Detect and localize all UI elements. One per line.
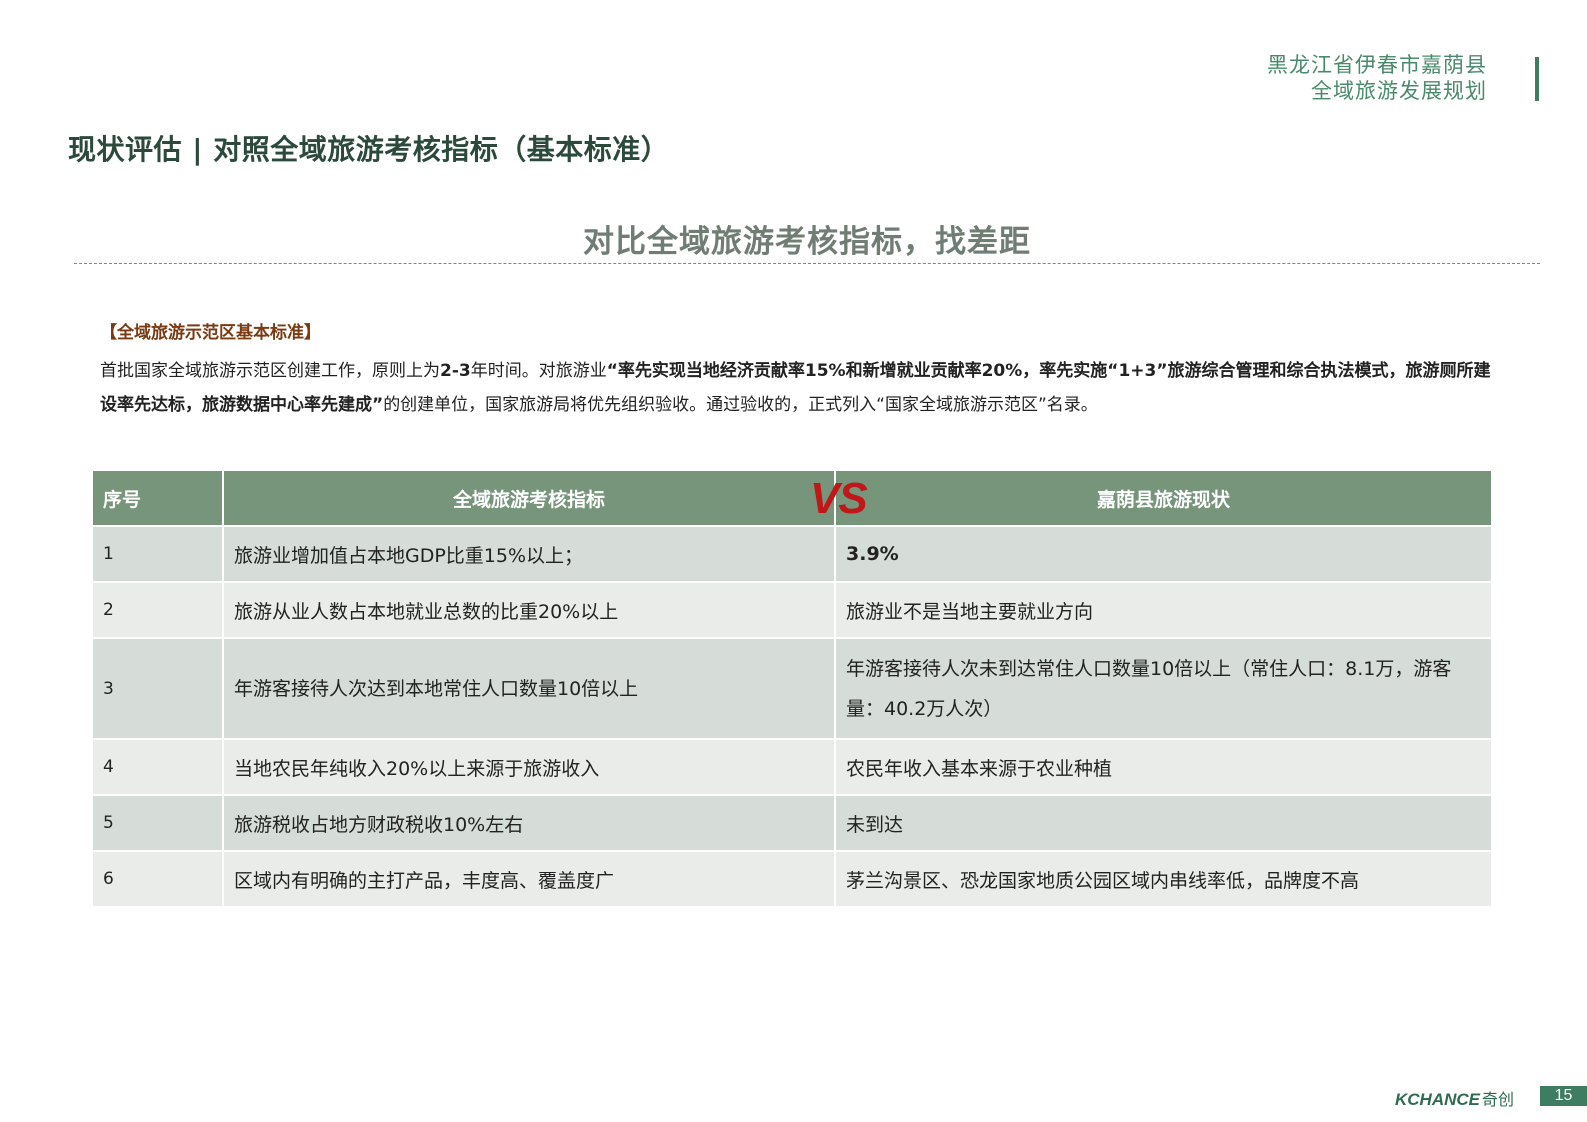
row-standard: 旅游从业人数占本地就业总数的比重20%以上	[222, 581, 836, 639]
table-row: 3 年游客接待人次达到本地常住人口数量10倍以上 年游客接待人次未到达常住人口数…	[91, 637, 1493, 740]
table-row: 5 旅游税收占地方财政税收10%左右 未到达	[91, 794, 1493, 852]
section-divider	[74, 263, 1540, 264]
table-row: 4 当地农民年纯收入20%以上来源于旅游收入 农民年收入基本来源于农业种植	[91, 738, 1493, 796]
standard-label: 【全域旅游示范区基本标准】	[100, 323, 321, 343]
intro-paragraph: 首批国家全域旅游示范区创建工作，原则上为2-3年时间。对旅游业“率先实现当地经济…	[100, 354, 1500, 422]
table-row: 6 区域内有明确的主打产品，丰度高、覆盖度广 茅兰沟景区、恐龙国家地质公园区域内…	[91, 850, 1493, 908]
header-line-2: 全域旅游发展规划	[1311, 79, 1487, 103]
header-standard: 全域旅游考核指标	[222, 469, 836, 527]
row-index: 5	[91, 794, 224, 852]
row-standard: 当地农民年纯收入20%以上来源于旅游收入	[222, 738, 836, 796]
page-number: 15	[1540, 1086, 1587, 1106]
intro-years: 2-3	[440, 361, 471, 381]
row-current: 旅游业不是当地主要就业方向	[834, 581, 1493, 639]
header-index: 序号	[91, 469, 224, 527]
intro-text-2: 年时间。对旅游业	[470, 361, 607, 381]
row-index: 6	[91, 850, 224, 908]
intro-text-3: 的创建单位，国家旅游局将优先组织验收。通过验收的，正式列入“国家全域旅游示范区”…	[383, 395, 1098, 415]
row-index: 4	[91, 738, 224, 796]
row-standard: 旅游业增加值占本地GDP比重15%以上；	[222, 525, 836, 583]
table-row: 2 旅游从业人数占本地就业总数的比重20%以上 旅游业不是当地主要就业方向	[91, 581, 1493, 639]
row-current: 未到达	[834, 794, 1493, 852]
row-standard: 区域内有明确的主打产品，丰度高、覆盖度广	[222, 850, 836, 908]
intro-text-1: 首批国家全域旅游示范区创建工作，原则上为	[100, 361, 440, 381]
table-header-row: 序号 全域旅游考核指标 嘉荫县旅游现状	[91, 469, 1493, 527]
row-standard: 旅游税收占地方财政税收10%左右	[222, 794, 836, 852]
comparison-table: 序号 全域旅游考核指标 嘉荫县旅游现状 1 旅游业增加值占本地GDP比重15%以…	[91, 469, 1493, 908]
footer-logo: KCHANCE 奇创	[1395, 1086, 1514, 1110]
row-current: 年游客接待人次未到达常住人口数量10倍以上（常住人口：8.1万，游客量：40.2…	[834, 637, 1493, 740]
row-current: 3.9%	[834, 525, 1493, 583]
logo-text-en: KCHANCE	[1395, 1090, 1480, 1109]
row-index: 3	[91, 637, 224, 740]
row-index: 2	[91, 581, 224, 639]
row-index: 1	[91, 525, 224, 583]
page-title: 现状评估 | 对照全域旅游考核指标（基本标准）	[68, 133, 670, 166]
row-standard: 年游客接待人次达到本地常住人口数量10倍以上	[222, 637, 836, 740]
table-row: 1 旅游业增加值占本地GDP比重15%以上； 3.9%	[91, 525, 1493, 583]
row-current: 农民年收入基本来源于农业种植	[834, 738, 1493, 796]
logo-text-cn: 奇创	[1482, 1092, 1515, 1109]
document-header: 黑龙江省伊春市嘉荫县 全域旅游发展规划	[1267, 52, 1487, 104]
section-heading: 对比全域旅游考核指标，找差距	[583, 224, 1031, 260]
header-accent-bar	[1535, 57, 1539, 101]
vs-badge: VS	[810, 474, 868, 523]
header-current: 嘉荫县旅游现状	[834, 469, 1493, 527]
header-line-1: 黑龙江省伊春市嘉荫县	[1267, 53, 1487, 77]
row-current: 茅兰沟景区、恐龙国家地质公园区域内串线率低，品牌度不高	[834, 850, 1493, 908]
